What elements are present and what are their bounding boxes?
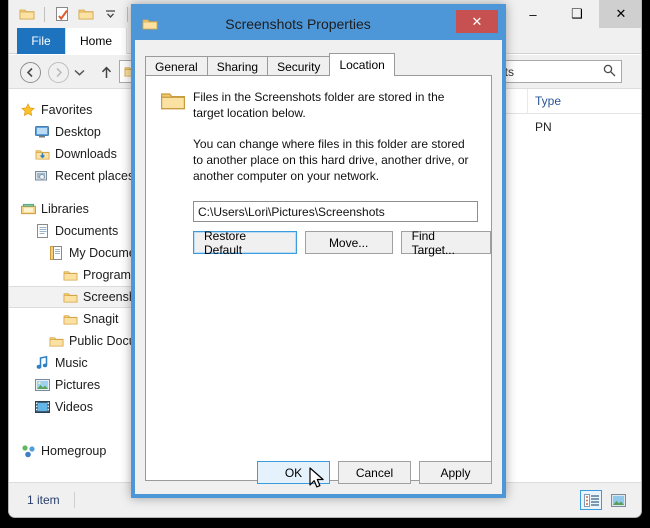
move-button[interactable]: Move... xyxy=(304,231,393,254)
ribbon-tab-home[interactable]: Home xyxy=(65,28,127,54)
recent-places-icon xyxy=(33,170,51,183)
libraries-icon xyxy=(19,203,37,216)
sidebar-label: Programs xyxy=(83,268,138,282)
sidebar-label: Videos xyxy=(55,400,93,414)
folder-icon xyxy=(47,335,65,348)
properties-dialog: Screenshots Properties ✕ General Sharing… xyxy=(131,4,506,498)
history-dropdown-button[interactable] xyxy=(71,61,87,83)
status-separator xyxy=(73,492,75,508)
quick-access-toolbar xyxy=(17,4,131,24)
sidebar-label: Pictures xyxy=(55,378,101,392)
sidebar-label: Documents xyxy=(55,224,119,238)
up-button[interactable] xyxy=(97,61,115,83)
dialog-title: Screenshots Properties xyxy=(225,16,371,32)
dialog-footer-buttons: OK Cancel Apply xyxy=(257,461,492,484)
folder-icon xyxy=(160,89,186,117)
sidebar-label: Favorites xyxy=(41,103,93,117)
documents-icon xyxy=(33,224,51,238)
cell-type: PN xyxy=(535,120,552,134)
back-arrow-icon xyxy=(19,61,41,83)
qat-separator-2 xyxy=(127,6,128,22)
forward-arrow-icon xyxy=(47,61,69,83)
tab-sharing[interactable]: Sharing xyxy=(206,56,269,76)
minimize-button[interactable]: – xyxy=(511,0,555,28)
sidebar-label: Homegroup xyxy=(41,444,107,458)
view-mode-buttons xyxy=(580,490,629,510)
dialog-close-button[interactable]: ✕ xyxy=(456,10,498,33)
videos-icon xyxy=(33,401,51,413)
qat-customize-dropdown-icon[interactable] xyxy=(100,4,120,24)
details-view-button[interactable] xyxy=(580,490,602,510)
pictures-icon xyxy=(33,379,51,391)
window-control-buttons: – ❑ ✕ xyxy=(511,0,641,28)
tab-location[interactable]: Location xyxy=(329,53,395,76)
location-description-text: You can change where files in this folde… xyxy=(193,137,469,183)
close-button[interactable]: ✕ xyxy=(599,0,641,28)
folder-icon xyxy=(61,291,79,304)
qat-separator-1 xyxy=(44,6,45,22)
location-tab-panel: Files in the Screenshots folder are stor… xyxy=(145,75,492,481)
music-icon xyxy=(33,356,51,370)
forward-button[interactable] xyxy=(47,61,69,83)
maximize-button[interactable]: ❑ xyxy=(555,0,599,28)
sidebar-label: Desktop xyxy=(55,125,101,139)
back-button[interactable] xyxy=(19,61,41,83)
cancel-button[interactable]: Cancel xyxy=(338,461,411,484)
location-action-buttons: Restore Default Move... Find Target... xyxy=(193,229,491,257)
sidebar-label: Libraries xyxy=(41,202,89,216)
location-intro-text: Files in the Screenshots folder are stor… xyxy=(193,90,445,120)
dialog-tab-bar: General Sharing Security Location xyxy=(145,53,395,76)
search-icon[interactable] xyxy=(603,64,616,80)
dialog-body: General Sharing Security Location Files … xyxy=(135,40,502,494)
folder-icon xyxy=(61,269,79,282)
dialog-title-bar: Screenshots Properties ✕ xyxy=(135,8,502,40)
sidebar-label: Recent places xyxy=(55,169,135,183)
search-input[interactable]: ots xyxy=(492,60,622,83)
status-item-count: 1 item xyxy=(27,493,60,507)
desktop-icon xyxy=(33,126,51,138)
ribbon-tab-file[interactable]: File xyxy=(17,28,65,54)
column-header-type[interactable]: Type xyxy=(528,89,641,114)
downloads-icon xyxy=(33,148,51,161)
sidebar-label: Downloads xyxy=(55,147,117,161)
search-input-value: ots xyxy=(498,64,515,79)
tab-security[interactable]: Security xyxy=(267,56,331,76)
qat-new-folder-icon[interactable] xyxy=(76,4,96,24)
folder-icon xyxy=(61,313,79,326)
restore-default-button[interactable]: Restore Default xyxy=(193,229,297,257)
qat-properties-icon[interactable] xyxy=(52,4,72,24)
large-icons-view-button[interactable] xyxy=(607,490,629,510)
qat-folder-icon[interactable] xyxy=(17,4,37,24)
ok-button[interactable]: OK xyxy=(257,461,330,484)
apply-button[interactable]: Apply xyxy=(419,461,492,484)
homegroup-icon xyxy=(19,444,37,458)
star-icon xyxy=(19,103,37,117)
tab-general[interactable]: General xyxy=(145,56,208,76)
target-path-value: C:\Users\Lori\Pictures\Screenshots xyxy=(198,204,385,219)
find-target-button[interactable]: Find Target... xyxy=(400,229,491,257)
my-documents-icon xyxy=(47,246,65,260)
sidebar-label: Music xyxy=(55,356,88,370)
sidebar-label: Snagit xyxy=(83,312,119,326)
target-path-input[interactable]: C:\Users\Lori\Pictures\Screenshots xyxy=(193,201,478,222)
